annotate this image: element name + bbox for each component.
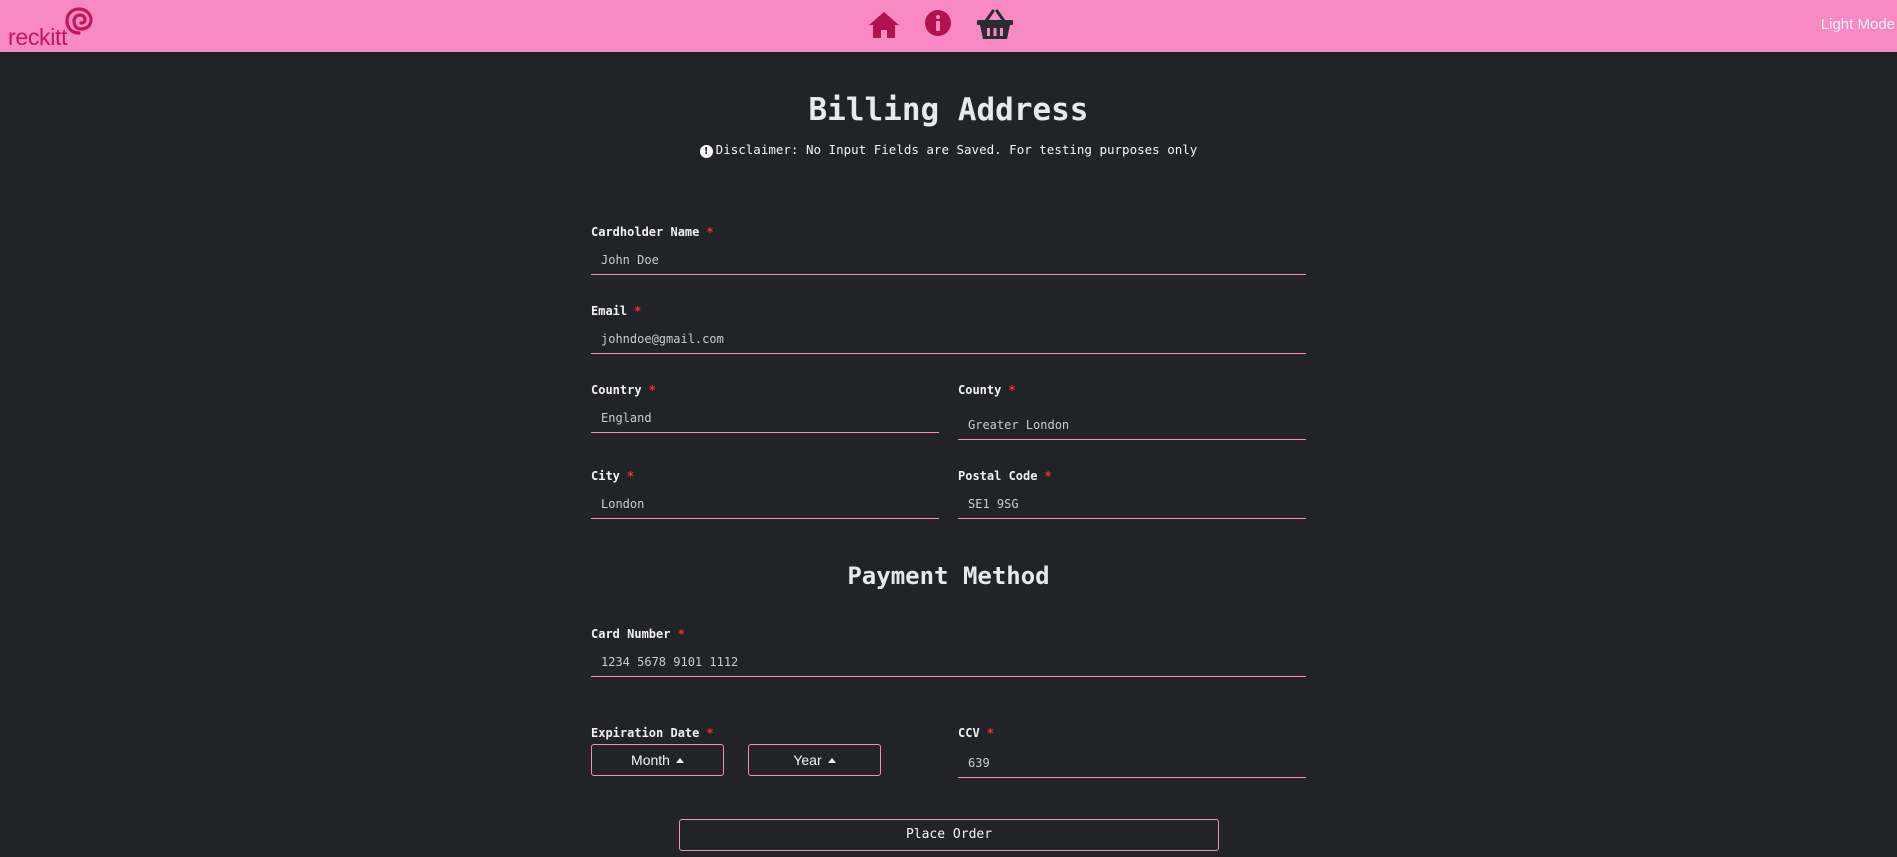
required-marker: * — [1044, 469, 1052, 483]
postal-code-input[interactable] — [958, 489, 1306, 519]
cardholder-name-label: Cardholder Name * — [591, 225, 714, 239]
page-title: Billing Address — [808, 92, 1089, 128]
email-label: Email * — [591, 304, 642, 318]
expiration-date-label: Expiration Date * — [591, 726, 714, 740]
county-field: County * — [958, 383, 1306, 440]
payment-method-title: Payment Method — [847, 562, 1050, 590]
basket-icon[interactable] — [975, 8, 1015, 42]
ccv-label: CCV * — [958, 726, 994, 740]
required-marker: * — [634, 304, 642, 318]
top-navbar: reckitt Light Mode — [0, 0, 1897, 52]
caret-up-icon — [827, 758, 836, 763]
city-input[interactable] — [591, 489, 939, 519]
required-marker: * — [677, 627, 685, 641]
cardholder-name-input[interactable] — [591, 245, 1306, 275]
required-marker: * — [648, 383, 656, 397]
caret-up-icon — [675, 758, 684, 763]
month-button-label: Month — [631, 752, 670, 768]
ccv-input[interactable] — [958, 748, 1306, 778]
reckitt-logo[interactable]: reckitt — [8, 4, 93, 50]
logo-text: reckitt — [8, 24, 68, 50]
city-label: City * — [591, 469, 635, 483]
country-label: Country * — [591, 383, 656, 397]
ccv-field: CCV * — [958, 726, 1306, 778]
disclaimer: ! Disclaimer: No Input Fields are Saved. … — [0, 142, 1897, 158]
place-order-button[interactable]: Place Order — [679, 819, 1219, 851]
county-input[interactable] — [958, 410, 1306, 440]
postal-code-field: Postal Code * — [958, 469, 1306, 519]
required-marker: * — [626, 469, 635, 483]
logo-swirl-icon — [65, 7, 93, 35]
email-field: Email * — [591, 304, 1306, 354]
required-marker: * — [706, 225, 714, 239]
card-number-input[interactable] — [591, 647, 1306, 677]
required-marker: * — [706, 726, 714, 740]
expiration-date-field: Expiration Date * — [591, 726, 891, 740]
email-input[interactable] — [591, 324, 1306, 354]
month-dropdown-button[interactable]: Month — [591, 744, 724, 776]
required-marker: * — [986, 726, 994, 740]
exclamation-circle-icon: ! — [699, 145, 713, 158]
card-number-label: Card Number * — [591, 627, 685, 641]
light-mode-toggle[interactable]: Light Mode — [1821, 16, 1895, 33]
year-button-label: Year — [793, 752, 822, 768]
year-dropdown-button[interactable]: Year — [748, 744, 881, 776]
postal-code-label: Postal Code * — [958, 469, 1052, 483]
info-icon[interactable] — [920, 8, 956, 42]
county-label: County * — [958, 383, 1016, 397]
home-icon[interactable] — [866, 8, 902, 42]
disclaimer-text: Disclaimer: No Input Fields are Saved. F… — [715, 142, 1198, 157]
card-number-field: Card Number * — [591, 627, 1306, 677]
country-field: Country * — [591, 383, 939, 433]
city-field: City * — [591, 469, 939, 519]
cardholder-name-field: Cardholder Name * — [591, 225, 1306, 275]
country-input[interactable] — [591, 403, 939, 433]
required-marker: * — [1008, 383, 1016, 397]
